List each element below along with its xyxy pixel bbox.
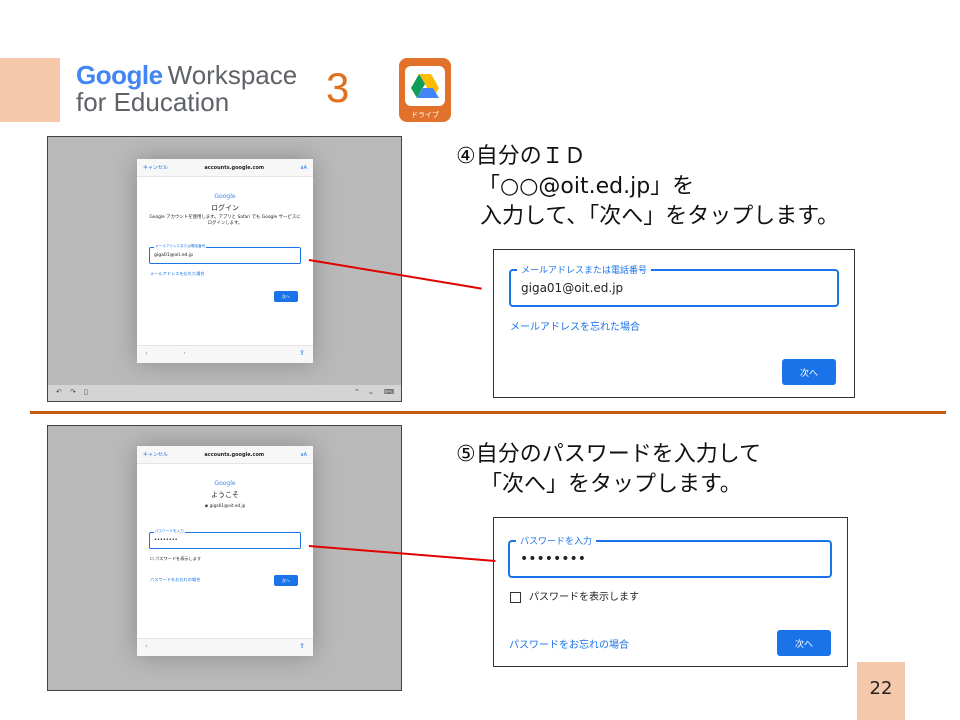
step5-line-2: 「次へ」をタップします。 <box>480 472 742 497</box>
google-workspace-logo: Google Workspace for Education <box>76 60 316 118</box>
back-icon[interactable]: ‹ <box>145 349 148 357</box>
share-icon-2[interactable]: ⇪ <box>299 642 305 650</box>
drive-app-icon: ドライブ <box>399 58 451 122</box>
logo-google-text: Google <box>76 60 163 90</box>
ipad-password-sheet: キャンセル accounts.google.com aA Google ようこそ… <box>137 446 313 656</box>
account-email: giga01@oit.ed.jp <box>209 503 246 508</box>
text-size-button-2[interactable]: aA <box>301 452 307 458</box>
show-password-mini[interactable]: ☐ パスワードを表示します <box>150 556 201 562</box>
forgot-email-link-mini[interactable]: メールアドレスを忘れた場合 <box>150 271 204 277</box>
forgot-email-link[interactable]: メールアドレスを忘れた場合 <box>510 318 640 333</box>
header-accent-block <box>0 58 60 122</box>
password-zoom-panel: パスワードを入力 •••••••• パスワードを表示します パスワードをお忘れの… <box>493 517 848 667</box>
page-number-box: 22 <box>857 662 905 720</box>
google-wordmark-2: Google <box>214 480 236 487</box>
cancel-button[interactable]: キャンセル <box>143 164 168 171</box>
logo-workspace-text: Workspace <box>167 60 298 90</box>
ipad-login-sheet: キャンセル accounts.google.com aA Google ログイン… <box>137 159 313 363</box>
url-text: accounts.google.com <box>204 164 265 171</box>
email-field-mini-label: メールアドレスまたは電話番号 <box>154 244 207 249</box>
forgot-password-link-mini[interactable]: パスワードをお忘れの場合 <box>150 577 200 583</box>
ipad-bottom-bar: ‹ › ⇪ <box>137 345 313 363</box>
share-icon[interactable]: ⇪ <box>299 349 305 357</box>
drive-label: ドライブ <box>411 111 439 119</box>
password-screenshot: キャンセル accounts.google.com aA Google ようこそ… <box>47 425 402 691</box>
keyboard-icon[interactable]: ⌨ <box>384 388 394 396</box>
password-field-label: パスワードを入力 <box>516 534 597 547</box>
email-zoom-panel: メールアドレスまたは電話番号 giga01@oit.ed.jp メールアドレスを… <box>493 249 855 398</box>
next-button-2[interactable]: 次へ <box>777 630 831 656</box>
account-chip: ◉ giga01@oit.ed.jp <box>137 503 313 508</box>
next-button[interactable]: 次へ <box>782 359 836 385</box>
login-screenshot: キャンセル accounts.google.com aA Google ログイン… <box>47 136 402 402</box>
step4-line-1: ④自分のＩＤ <box>456 144 586 169</box>
page-number: 22 <box>869 678 893 699</box>
email-field-mini[interactable]: メールアドレスまたは電話番号 giga01@oit.ed.jp <box>149 244 301 264</box>
section-divider <box>30 411 946 414</box>
step5-instructions: ⑤自分のパスワードを入力して 「次へ」をタップします。 <box>456 440 956 500</box>
browser-bar-2: キャンセル accounts.google.com aA <box>137 446 313 464</box>
email-field-label: メールアドレスまたは電話番号 <box>517 263 652 276</box>
paste-icon[interactable]: ▯ <box>84 388 88 396</box>
next-button-mini-2[interactable]: 次へ <box>274 575 298 586</box>
google-wordmark: Google <box>214 193 236 200</box>
undo-icon[interactable]: ↶ <box>56 388 62 396</box>
password-field-mini[interactable]: パスワードを入力 •••••••• <box>149 529 301 549</box>
password-field[interactable]: パスワードを入力 •••••••• <box>508 534 832 578</box>
logo-education-text: for Education <box>76 87 230 117</box>
email-field[interactable]: メールアドレスまたは電話番号 giga01@oit.ed.jp <box>509 263 839 307</box>
login-title: ログイン <box>211 204 239 212</box>
back-icon-2[interactable]: ‹ <box>145 642 148 650</box>
step4-instructions: ④自分のＩＤ 「○○@oit.ed.jp」を 入力して、「次へ」をタップします。 <box>456 142 956 232</box>
forgot-password-link[interactable]: パスワードをお忘れの場合 <box>509 636 629 651</box>
chevron-down-icon[interactable]: ⌄ <box>368 388 374 396</box>
show-password-toggle[interactable]: パスワードを表示します <box>510 588 639 603</box>
checkbox-icon[interactable] <box>510 591 521 603</box>
step-number: 3 <box>326 64 350 111</box>
password-field-mini-value: •••••••• <box>154 537 178 543</box>
text-size-button[interactable]: aA <box>301 165 307 171</box>
step4-line-2: 「○○@oit.ed.jp」を <box>478 174 695 199</box>
google-drive-icon <box>405 66 445 106</box>
keyboard-toolbar: ↶ ↷ ▯ ⌃ ⌄ ⌨ <box>48 385 401 401</box>
ipad-bottom-bar-2: ‹ ⇪ <box>137 638 313 656</box>
welcome-title: ようこそ <box>211 491 239 499</box>
step5-line-1: ⑤自分のパスワードを入力して <box>456 442 762 467</box>
url-text-2: accounts.google.com <box>204 451 265 458</box>
email-field-mini-value: giga01@oit.ed.jp <box>154 253 194 258</box>
browser-bar: キャンセル accounts.google.com aA <box>137 159 313 177</box>
show-password-label: パスワードを表示します <box>529 592 639 603</box>
login-description: Google アカウントを使用します。アプリと Safari でも Google… <box>149 215 301 226</box>
show-password-mini-label: パスワードを表示します <box>155 556 202 561</box>
step4-line-3: 入力して、「次へ」をタップします。 <box>480 204 840 229</box>
chevron-up-icon[interactable]: ⌃ <box>354 388 360 396</box>
password-field-value: •••••••• <box>520 551 587 567</box>
cancel-button-2[interactable]: キャンセル <box>143 451 168 458</box>
password-field-mini-label: パスワードを入力 <box>154 529 185 534</box>
next-button-mini[interactable]: 次へ <box>274 291 298 302</box>
redo-icon[interactable]: ↷ <box>70 388 76 396</box>
forward-icon[interactable]: › <box>183 349 186 357</box>
email-field-value: giga01@oit.ed.jp <box>521 281 624 295</box>
